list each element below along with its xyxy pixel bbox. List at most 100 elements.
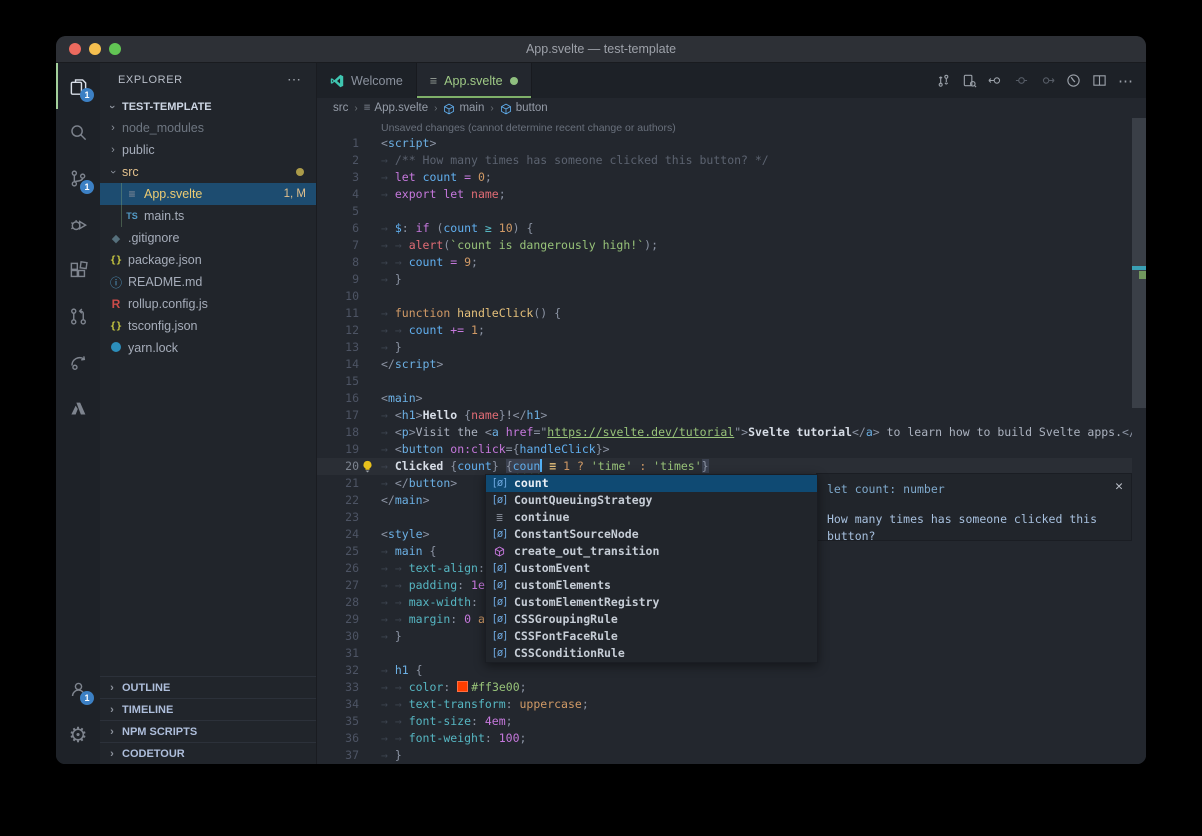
azure-icon[interactable] bbox=[56, 385, 100, 431]
section-codetour[interactable]: ›CODETOUR bbox=[100, 742, 316, 764]
code-line-18[interactable]: 18→ <p>Visit the <a href="https://svelte… bbox=[317, 424, 1132, 441]
code-line-12[interactable]: 12→ → count += 1; bbox=[317, 322, 1132, 339]
suggestion-ConstantSourceNode[interactable]: [ø]ConstantSourceNode bbox=[486, 526, 817, 543]
tree-item-main-ts[interactable]: TSmain.ts bbox=[100, 205, 316, 227]
code-line-8[interactable]: 8→ → count = 9; bbox=[317, 254, 1132, 271]
tree-item-tsconfig-json[interactable]: {}tsconfig.json bbox=[100, 315, 316, 337]
tree-item-src[interactable]: ›src bbox=[100, 161, 316, 183]
code-line-4[interactable]: 4→ export let name; bbox=[317, 186, 1132, 203]
code-line-37[interactable]: 37→ } bbox=[317, 747, 1132, 764]
line-number: 34 bbox=[317, 696, 359, 713]
code-line-7[interactable]: 7→ → alert(`count is dangerously high!`)… bbox=[317, 237, 1132, 254]
next-change-icon[interactable] bbox=[1039, 73, 1055, 88]
suggestion-label: CountQueuingStrategy bbox=[514, 492, 652, 509]
code-line-2[interactable]: 2→ /** How many times has someone clicke… bbox=[317, 152, 1132, 169]
tab-app-svelte[interactable]: ≡ App.svelte bbox=[417, 63, 532, 98]
suggestion-continue[interactable]: ≣continue bbox=[486, 509, 817, 526]
tree-item-yarn-lock[interactable]: yarn.lock bbox=[100, 337, 316, 359]
suggestion-label: CustomElementRegistry bbox=[514, 594, 659, 611]
source-control-icon[interactable]: 1 bbox=[56, 155, 100, 201]
breadcrumb-item-src[interactable]: src bbox=[333, 102, 348, 114]
search-icon[interactable] bbox=[56, 109, 100, 155]
suggestion-CSSConditionRule[interactable]: [ø]CSSConditionRule bbox=[486, 645, 817, 662]
history-icon[interactable] bbox=[1066, 73, 1081, 88]
extensions-icon[interactable] bbox=[56, 247, 100, 293]
github-pull-requests-icon[interactable] bbox=[56, 293, 100, 339]
code-line-14[interactable]: 14</script> bbox=[317, 356, 1132, 373]
symbol-variable-icon: [ø] bbox=[491, 577, 508, 594]
tree-item-package-json[interactable]: {}package.json bbox=[100, 249, 316, 271]
breadcrumb-item-app-svelte[interactable]: ≡App.svelte bbox=[364, 102, 428, 114]
code-line-33[interactable]: 33→ → color: #ff3e00; bbox=[317, 679, 1132, 696]
accounts-icon[interactable]: 1 bbox=[56, 666, 100, 712]
code-line-5[interactable]: 5 bbox=[317, 203, 1132, 220]
breadcrumb-item-button[interactable]: button bbox=[500, 102, 548, 114]
editor-scrollbar[interactable] bbox=[1132, 118, 1146, 764]
section-npm-scripts[interactable]: ›NPM SCRIPTS bbox=[100, 720, 316, 742]
line-number: 23 bbox=[317, 509, 359, 526]
line-number: 27 bbox=[317, 577, 359, 594]
line-number: 21 bbox=[317, 475, 359, 492]
suggestion-CSSFontFaceRule[interactable]: [ø]CSSFontFaceRule bbox=[486, 628, 817, 645]
close-icon[interactable]: ✕ bbox=[1115, 478, 1123, 495]
current-change-icon[interactable] bbox=[1015, 74, 1028, 87]
code-line-11[interactable]: 11→ function handleClick() { bbox=[317, 305, 1132, 322]
code-line-19[interactable]: 19→ <button on:click={handleClick}> bbox=[317, 441, 1132, 458]
tree-item-node-modules[interactable]: ›node_modules bbox=[100, 117, 316, 139]
symbol-variable-icon: [ø] bbox=[491, 611, 508, 628]
line-number: 33 bbox=[317, 679, 359, 696]
code-line-32[interactable]: 32→ h1 { bbox=[317, 662, 1132, 679]
views-more-actions-icon[interactable]: ⋯ bbox=[287, 71, 302, 88]
code-line-17[interactable]: 17→ <h1>Hello {name}!</h1> bbox=[317, 407, 1132, 424]
section-outline[interactable]: ›OUTLINE bbox=[100, 676, 316, 698]
tree-item-public[interactable]: ›public bbox=[100, 139, 316, 161]
file-label: rollup.config.js bbox=[128, 297, 208, 311]
code-line-1[interactable]: 1<script> bbox=[317, 135, 1132, 152]
section-timeline[interactable]: ›TIMELINE bbox=[100, 698, 316, 720]
run-debug-icon[interactable] bbox=[56, 201, 100, 247]
code-line-6[interactable]: 6→ $: if (count ≥ 10) { bbox=[317, 220, 1132, 237]
symbol-variable-icon: [ø] bbox=[491, 645, 508, 662]
tab-welcome[interactable]: Welcome bbox=[317, 63, 417, 98]
code-line-9[interactable]: 9→ } bbox=[317, 271, 1132, 288]
suggestion-customElements[interactable]: [ø]customElements bbox=[486, 577, 817, 594]
code-line-15[interactable]: 15 bbox=[317, 373, 1132, 390]
section-label: NPM SCRIPTS bbox=[122, 726, 197, 738]
breadcrumb-label: button bbox=[516, 102, 548, 114]
tree-item-rollup-config-js[interactable]: Rrollup.config.js bbox=[100, 293, 316, 315]
open-changes-icon[interactable] bbox=[962, 73, 977, 88]
explorer-icon[interactable]: 1 bbox=[56, 63, 100, 109]
code-line-34[interactable]: 34→ → text-transform: uppercase; bbox=[317, 696, 1132, 713]
code-line-10[interactable]: 10 bbox=[317, 288, 1132, 305]
split-editor-icon[interactable] bbox=[1092, 73, 1107, 88]
suggestion-create_out_transition[interactable]: create_out_transition bbox=[486, 543, 817, 560]
previous-change-icon[interactable] bbox=[988, 73, 1004, 88]
tree-item-app-svelte[interactable]: ≡App.svelte1, M bbox=[100, 183, 316, 205]
suggestion-CustomEvent[interactable]: [ø]CustomEvent bbox=[486, 560, 817, 577]
compare-changes-icon[interactable] bbox=[936, 73, 951, 88]
code-line-35[interactable]: 35→ → font-size: 4em; bbox=[317, 713, 1132, 730]
more-actions-icon[interactable]: ⋯ bbox=[1118, 72, 1134, 90]
scrollbar-slider[interactable] bbox=[1132, 118, 1146, 408]
code-editor[interactable]: Unsaved changes (cannot determine recent… bbox=[317, 118, 1132, 764]
tree-item-readme-md[interactable]: ⓘREADME.md bbox=[100, 271, 316, 293]
suggestion-count[interactable]: [ø]count bbox=[486, 475, 817, 492]
line-number: 29 bbox=[317, 611, 359, 628]
file-label: .gitignore bbox=[128, 231, 179, 245]
file-label: App.svelte bbox=[144, 187, 202, 201]
settings-icon[interactable]: ⚙ bbox=[56, 712, 100, 758]
live-share-icon[interactable] bbox=[56, 339, 100, 385]
suggest-docs-signature: let count: number bbox=[827, 481, 1121, 498]
suggestion-CustomElementRegistry[interactable]: [ø]CustomElementRegistry bbox=[486, 594, 817, 611]
suggestion-CountQueuingStrategy[interactable]: [ø]CountQueuingStrategy bbox=[486, 492, 817, 509]
suggestion-CSSGroupingRule[interactable]: [ø]CSSGroupingRule bbox=[486, 611, 817, 628]
code-line-36[interactable]: 36→ → font-weight: 100; bbox=[317, 730, 1132, 747]
indent-guide bbox=[121, 183, 122, 205]
project-root-folder[interactable]: › TEST-TEMPLATE bbox=[100, 96, 316, 117]
vscode-logo-icon bbox=[330, 74, 344, 88]
code-line-16[interactable]: 16<main> bbox=[317, 390, 1132, 407]
breadcrumb-item-main[interactable]: main bbox=[443, 102, 484, 114]
code-line-13[interactable]: 13→ } bbox=[317, 339, 1132, 356]
tree-item--gitignore[interactable]: ◆.gitignore bbox=[100, 227, 316, 249]
code-line-3[interactable]: 3→ let count = 0; bbox=[317, 169, 1132, 186]
